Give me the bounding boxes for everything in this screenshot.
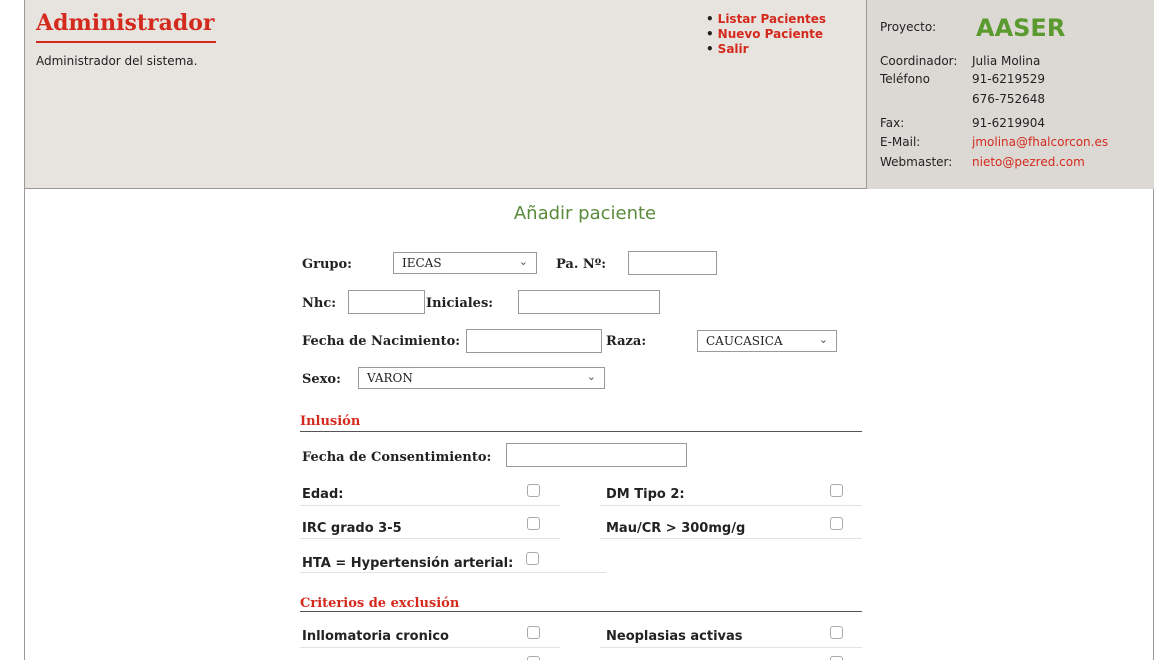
nav-item-listar-pacientes[interactable]: • Listar Pacientes — [706, 12, 826, 27]
row-divider — [300, 572, 606, 573]
edad-label: Edad: — [302, 487, 344, 502]
edad-checkbox[interactable] — [527, 484, 540, 497]
form-title: Añadir paciente — [513, 203, 657, 224]
nav-item-label: Listar Pacientes — [717, 12, 826, 26]
inclusion-heading: Inlusión — [300, 414, 361, 429]
proyecto-label: Proyecto: — [880, 20, 937, 34]
neoplasias-checkbox[interactable] — [830, 626, 843, 639]
fax-value: 91-6219904 — [972, 116, 1046, 130]
fecha-consentimiento-input[interactable] — [506, 443, 687, 467]
nav-item-label: Salir — [717, 42, 749, 56]
telefono-value-2: 676-752648 — [972, 92, 1046, 106]
nhc-input[interactable] — [348, 290, 425, 314]
email-label: E-Mail: — [880, 135, 921, 149]
inflamatoria-label: Inllomatoria cronico — [302, 629, 449, 644]
inflamatoria-checkbox[interactable] — [527, 626, 540, 639]
bullet-icon: • — [706, 42, 714, 56]
row-divider — [600, 505, 862, 506]
dm-tipo2-checkbox[interactable] — [830, 484, 843, 497]
raza-label: Raza: — [606, 334, 647, 349]
grupo-select-value: IECAS — [402, 256, 442, 270]
pa-input[interactable] — [628, 251, 717, 275]
exclusion-heading: Criterios de exclusión — [300, 596, 460, 611]
iniciales-input[interactable] — [518, 290, 660, 314]
raza-select-value: CAUCASICA — [706, 334, 783, 348]
sexo-select[interactable]: VARON ⌄ — [358, 367, 605, 389]
iniciales-label: Iniciales: — [426, 296, 494, 311]
coordinador-label: Coordinador: — [880, 54, 958, 68]
dm-tipo2-label: DM Tipo 2: — [606, 487, 685, 502]
irc-checkbox[interactable] — [527, 517, 540, 530]
next-row-checkbox[interactable] — [830, 656, 843, 660]
page-title: Administrador — [36, 10, 215, 36]
webmaster-link[interactable]: nieto@pezred.com — [972, 155, 1085, 169]
nav-menu: • Listar Pacientes • Nuevo Paciente • Salir — [706, 12, 826, 57]
telefono-label: Teléfono — [880, 72, 930, 86]
chevron-down-icon: ⌄ — [518, 255, 528, 268]
raza-select[interactable]: CAUCASICA ⌄ — [697, 330, 837, 352]
chevron-down-icon: ⌄ — [818, 333, 828, 346]
mau-cr-label: Mau/CR > 300mg/g — [606, 521, 746, 536]
fax-label: Fax: — [880, 116, 905, 130]
chevron-down-icon: ⌄ — [586, 370, 596, 383]
fecha-nacimiento-label: Fecha de Nacimiento: — [302, 334, 461, 349]
title-underline — [36, 41, 216, 43]
next-row-checkbox[interactable] — [527, 656, 540, 660]
sexo-label: Sexo: — [302, 372, 341, 387]
webmaster-label: Webmaster: — [880, 155, 953, 169]
sexo-select-value: VARON — [367, 371, 413, 385]
bullet-icon: • — [706, 27, 714, 41]
fecha-nacimiento-input[interactable] — [466, 329, 602, 353]
row-divider — [300, 647, 560, 648]
nav-item-label: Nuevo Paciente — [717, 27, 823, 41]
hta-label: HTA = Hypertensión arterial: — [302, 556, 514, 571]
email-link[interactable]: jmolina@fhalcorcon.es — [972, 135, 1108, 149]
row-divider — [300, 505, 560, 506]
neoplasias-label: Neoplasias activas — [606, 629, 743, 644]
row-divider — [300, 538, 560, 539]
telefono-value-1: 91-6219529 — [972, 72, 1046, 86]
coordinador-value: Julia Molina — [972, 54, 1041, 68]
mau-cr-checkbox[interactable] — [830, 517, 843, 530]
row-divider — [600, 538, 862, 539]
fecha-consentimiento-label: Fecha de Consentimiento: — [302, 450, 492, 465]
project-name: AASER — [976, 14, 1066, 42]
nhc-label: Nhc: — [302, 296, 337, 311]
nav-item-nuevo-paciente[interactable]: • Nuevo Paciente — [706, 27, 826, 42]
exclusion-divider — [300, 611, 862, 612]
pa-label: Pa. Nº: — [556, 257, 607, 272]
nav-item-salir[interactable]: • Salir — [706, 42, 826, 57]
irc-label: IRC grado 3-5 — [302, 521, 402, 536]
page-subtitle: Administrador del sistema. — [36, 54, 198, 68]
bullet-icon: • — [706, 12, 714, 26]
inclusion-divider — [300, 431, 862, 432]
hta-checkbox[interactable] — [526, 552, 539, 565]
grupo-select[interactable]: IECAS ⌄ — [393, 252, 537, 274]
grupo-label: Grupo: — [302, 257, 352, 272]
row-divider — [600, 647, 862, 648]
